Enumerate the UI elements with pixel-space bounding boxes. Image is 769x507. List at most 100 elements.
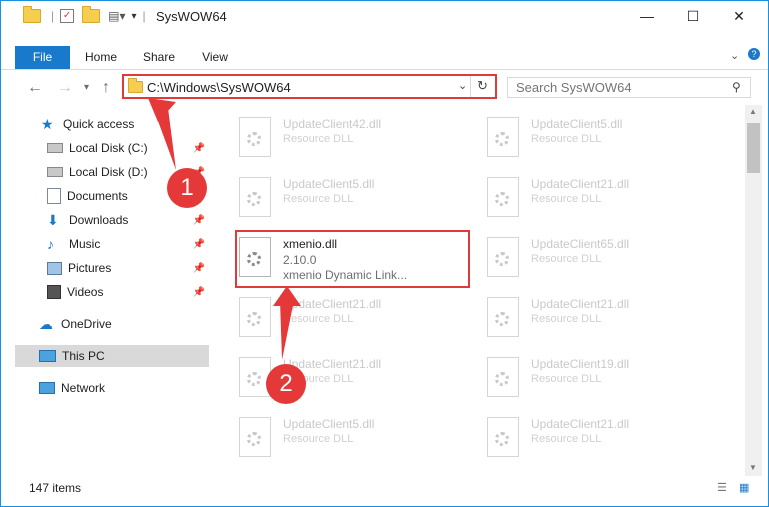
details-view-icon[interactable]: ☰ bbox=[717, 481, 727, 494]
tab-view[interactable]: View bbox=[199, 46, 231, 69]
file-name: UpdateClient5.dll bbox=[283, 177, 375, 191]
file-type: Resource DLL bbox=[531, 193, 602, 205]
up-arrow-icon[interactable]: ↑ bbox=[102, 79, 110, 97]
address-bar[interactable]: C:\Windows\SysWOW64 ⌄ ↻ bbox=[122, 74, 497, 99]
file-name: UpdateClient65.dll bbox=[531, 237, 630, 251]
dll-file-icon bbox=[239, 297, 271, 337]
scroll-up-icon[interactable]: ▲ bbox=[749, 107, 757, 116]
sidebar-item-label: Documents bbox=[67, 189, 128, 203]
sidebar-item-music[interactable]: ♪ Music 📌 bbox=[47, 233, 209, 255]
sidebar-item-label: Local Disk (D:) bbox=[69, 165, 148, 179]
title-bar: | ✓ ▤▾ ▾ | SysWOW64 — ☐ ✕ bbox=[1, 1, 768, 31]
sidebar-item-label: OneDrive bbox=[61, 317, 112, 331]
sidebar-item-local-disk-c[interactable]: Local Disk (C:) 📌 bbox=[47, 137, 209, 159]
selection-highlight bbox=[235, 230, 470, 288]
sidebar-item-network[interactable]: Network bbox=[39, 377, 209, 399]
navigation-pane: ★ Quick access Local Disk (C:) 📌 Local D… bbox=[1, 105, 211, 475]
sidebar-item-quick-access[interactable]: ★ Quick access bbox=[41, 113, 209, 135]
pin-icon[interactable]: 📌 bbox=[193, 287, 205, 298]
sidebar-item-label: Quick access bbox=[63, 117, 135, 131]
pin-icon[interactable]: 📌 bbox=[193, 239, 205, 250]
computer-icon bbox=[39, 350, 56, 362]
scrollbar-thumb[interactable] bbox=[747, 123, 760, 173]
pictures-icon bbox=[47, 261, 62, 275]
window-title: SysWOW64 bbox=[156, 9, 227, 24]
download-arrow-icon: ⬇ bbox=[47, 212, 59, 228]
file-type: Resource DLL bbox=[283, 133, 354, 145]
step-badge-1: 1 bbox=[167, 168, 207, 208]
properties-icon[interactable]: ✓ bbox=[60, 9, 75, 23]
sidebar-item-label: Music bbox=[69, 237, 101, 251]
sidebar-item-label: Pictures bbox=[68, 261, 112, 275]
music-note-icon: ♪ bbox=[47, 236, 54, 252]
file-type: Resource DLL bbox=[283, 193, 354, 205]
file-name: UpdateClient21.dll bbox=[531, 177, 630, 191]
help-icon[interactable]: ? bbox=[748, 48, 760, 60]
file-name: UpdateClient21.dll bbox=[531, 417, 630, 431]
file-type: Resource DLL bbox=[531, 313, 602, 325]
sidebar-item-videos[interactable]: Videos 📌 bbox=[47, 281, 209, 303]
dll-file-icon bbox=[487, 417, 519, 457]
list-item[interactable]: UpdateClient21.dll Resource DLL bbox=[463, 411, 703, 469]
tab-file[interactable]: File bbox=[15, 46, 70, 69]
file-name: UpdateClient5.dll bbox=[283, 417, 375, 431]
sidebar-item-label: Local Disk (C:) bbox=[69, 141, 148, 155]
search-box[interactable]: ⚲ bbox=[507, 77, 751, 98]
folder-icon[interactable] bbox=[23, 6, 41, 23]
tab-home[interactable]: Home bbox=[83, 46, 119, 69]
tiles-view-icon[interactable]: ▦ bbox=[739, 481, 749, 494]
list-item[interactable]: UpdateClient5.dll Resource DLL bbox=[463, 111, 703, 169]
minimize-button[interactable]: — bbox=[624, 1, 670, 31]
list-item[interactable]: UpdateClient21.dll Resource DLL bbox=[215, 291, 455, 349]
ribbon-tabs: File Home Share View ⌄ ? bbox=[1, 46, 768, 70]
dll-file-icon bbox=[239, 177, 271, 217]
sidebar-item-downloads[interactable]: ⬇ Downloads 📌 bbox=[47, 209, 209, 231]
drive-icon bbox=[47, 167, 63, 177]
chevron-down-icon[interactable]: ⌄ bbox=[458, 79, 467, 92]
list-item[interactable]: UpdateClient21.dll Resource DLL bbox=[463, 291, 703, 349]
sidebar-item-label: This PC bbox=[62, 349, 105, 363]
divider bbox=[470, 76, 471, 97]
list-item[interactable]: UpdateClient42.dll Resource DLL bbox=[215, 111, 455, 169]
pin-icon[interactable]: 📌 bbox=[193, 263, 205, 274]
list-item[interactable]: UpdateClient19.dll Resource DLL bbox=[463, 351, 703, 409]
back-arrow-icon[interactable]: ← bbox=[27, 79, 43, 97]
sidebar-item-onedrive[interactable]: ☁ OneDrive bbox=[39, 313, 209, 335]
separator: | bbox=[142, 9, 146, 23]
dll-file-icon bbox=[487, 357, 519, 397]
refresh-icon[interactable]: ↻ bbox=[477, 78, 488, 94]
address-path[interactable]: C:\Windows\SysWOW64 bbox=[147, 80, 291, 95]
recent-locations-icon[interactable]: ▾ bbox=[84, 82, 89, 93]
customize-toolbar-icon[interactable]: ▤▾ bbox=[108, 9, 125, 23]
list-item[interactable]: UpdateClient21.dll Resource DLL bbox=[463, 171, 703, 229]
maximize-button[interactable]: ☐ bbox=[670, 1, 716, 31]
documents-icon bbox=[47, 188, 61, 204]
address-row: ← → ▾ ↑ C:\Windows\SysWOW64 ⌄ ↻ ⚲ bbox=[1, 70, 768, 105]
sidebar-item-label: Network bbox=[61, 381, 106, 395]
vertical-scrollbar[interactable]: ▲ ▼ bbox=[745, 105, 762, 476]
scroll-down-icon[interactable]: ▼ bbox=[749, 463, 757, 472]
star-icon: ★ bbox=[41, 116, 54, 132]
dll-file-icon bbox=[239, 117, 271, 157]
separator: | bbox=[51, 9, 55, 23]
pin-icon[interactable]: 📌 bbox=[193, 143, 205, 154]
chevron-down-icon[interactable]: ▾ bbox=[132, 11, 137, 22]
forward-arrow-icon[interactable]: → bbox=[57, 79, 73, 97]
file-name: UpdateClient21.dll bbox=[531, 297, 630, 311]
sidebar-item-pictures[interactable]: Pictures 📌 bbox=[47, 257, 209, 279]
close-button[interactable]: ✕ bbox=[716, 1, 762, 31]
list-item[interactable]: UpdateClient5.dll Resource DLL bbox=[215, 171, 455, 229]
list-item[interactable]: UpdateClient21.dll Resource DLL bbox=[215, 351, 455, 409]
pin-icon[interactable]: 📌 bbox=[193, 215, 205, 226]
file-type: Resource DLL bbox=[531, 373, 602, 385]
sidebar-item-this-pc[interactable]: This PC bbox=[15, 345, 209, 367]
search-icon[interactable]: ⚲ bbox=[732, 80, 741, 94]
list-item[interactable]: UpdateClient65.dll Resource DLL bbox=[463, 231, 703, 289]
search-input[interactable] bbox=[516, 79, 716, 96]
new-folder-icon[interactable] bbox=[82, 6, 101, 23]
tab-share[interactable]: Share bbox=[141, 46, 177, 69]
expand-ribbon-icon[interactable]: ⌄ bbox=[730, 49, 739, 62]
cloud-icon: ☁ bbox=[39, 316, 53, 332]
list-item[interactable]: UpdateClient5.dll Resource DLL bbox=[215, 411, 455, 469]
item-count: 147 items bbox=[29, 481, 82, 495]
